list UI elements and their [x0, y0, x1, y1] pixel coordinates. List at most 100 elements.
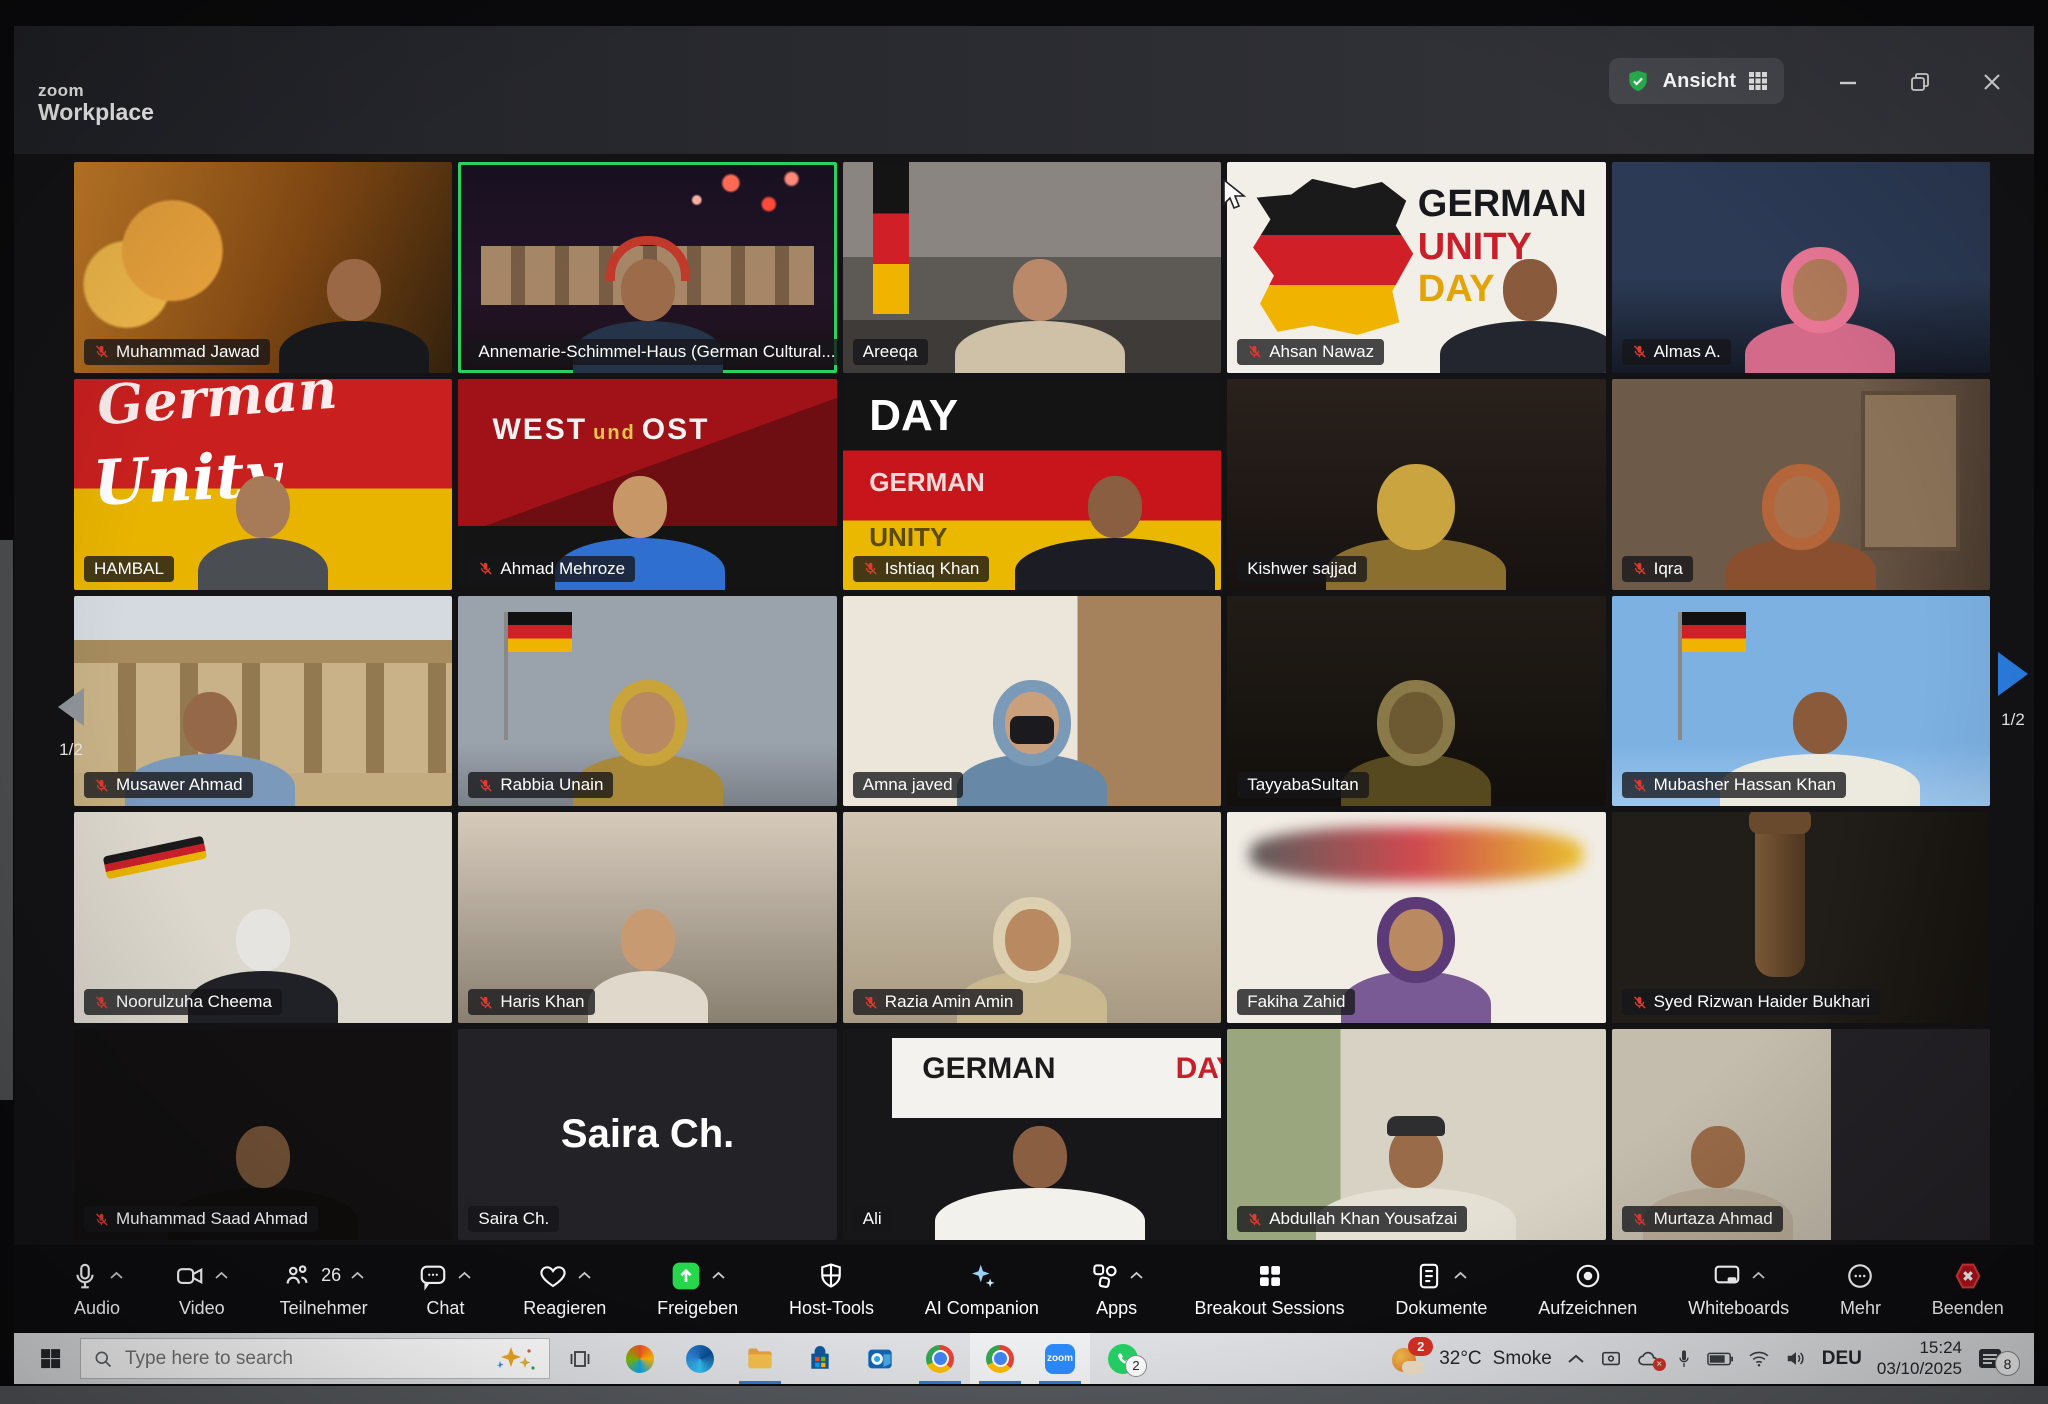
zoom-taskbar-icon[interactable]: zoom: [1030, 1333, 1090, 1384]
participant-tile[interactable]: Haris Khan: [458, 812, 836, 1023]
participant-tile[interactable]: Razia Amin Amin: [843, 812, 1221, 1023]
participant-tile-active-speaker[interactable]: Annemarie-Schimmel-Haus (German Cultural…: [458, 162, 836, 373]
chevron-up-icon[interactable]: [711, 1271, 726, 1280]
weather-icon[interactable]: 2: [1390, 1344, 1424, 1374]
participant-tile[interactable]: Syed Rizwan Haider Bukhari: [1612, 812, 1990, 1023]
chrome-taskbar-icon-2[interactable]: [970, 1333, 1030, 1384]
person-silhouette: [1341, 895, 1491, 1023]
toolbar-chat[interactable]: Chat: [418, 1259, 472, 1319]
toolbar-record[interactable]: Aufzeichnen: [1538, 1259, 1637, 1319]
chevron-up-icon[interactable]: [1129, 1271, 1144, 1280]
language-indicator[interactable]: DEU: [1822, 1348, 1862, 1370]
participant-name-label: Areeqa: [853, 339, 928, 365]
chevron-up-icon[interactable]: [1453, 1271, 1468, 1280]
participant-tile[interactable]: WESTundOST Ahmad Mehroze: [458, 379, 836, 590]
start-button[interactable]: [20, 1333, 80, 1384]
share-screen-icon: [670, 1260, 702, 1292]
toolbar-video[interactable]: Video: [175, 1259, 229, 1319]
view-button[interactable]: Ansicht: [1609, 58, 1784, 104]
toolbar-participants[interactable]: 26 Teilnehmer: [280, 1259, 368, 1319]
toolbar-ai-companion[interactable]: AI Companion: [925, 1259, 1039, 1319]
toolbar-audio[interactable]: Audio: [70, 1259, 124, 1319]
person-silhouette: [1726, 462, 1876, 590]
participant-tile[interactable]: Murtaza Ahmad: [1612, 1029, 1990, 1240]
participant-tile[interactable]: Iqra: [1612, 379, 1990, 590]
file-explorer-icon: [746, 1345, 774, 1373]
participant-name-label: Annemarie-Schimmel-Haus (German Cultural…: [468, 339, 836, 365]
zoom-meeting-toolbar: Audio Video 26 Teilnehmer Chat Reagieren: [14, 1245, 2034, 1332]
tray-expand-chevron-icon[interactable]: [1567, 1353, 1585, 1365]
tray-date: 03/10/2025: [1877, 1359, 1962, 1379]
participant-tile[interactable]: Noorulzuha Cheema: [74, 812, 452, 1023]
participant-tile[interactable]: Muhammad Jawad: [74, 162, 452, 373]
participant-tile[interactable]: Amna javed: [843, 596, 1221, 807]
edge-taskbar-icon[interactable]: [670, 1333, 730, 1384]
toolbar-breakout-sessions[interactable]: Breakout Sessions: [1194, 1259, 1344, 1319]
participant-tile[interactable]: Almas A.: [1612, 162, 1990, 373]
search-input[interactable]: [123, 1347, 483, 1371]
participant-tile[interactable]: GERMAN UNITY DAY Ahsan Nawaz: [1227, 162, 1605, 373]
chat-bubble-icon: [418, 1261, 448, 1291]
participant-tile[interactable]: Areeqa: [843, 162, 1221, 373]
file-explorer-taskbar-icon[interactable]: [730, 1333, 790, 1384]
participant-tile[interactable]: GERMANDAY Ali: [843, 1029, 1221, 1240]
person-silhouette: [1745, 245, 1895, 373]
wifi-icon[interactable]: [1748, 1350, 1770, 1367]
battery-icon[interactable]: [1707, 1352, 1733, 1366]
microsoft-store-taskbar-icon[interactable]: [790, 1333, 850, 1384]
chevron-up-icon[interactable]: [214, 1271, 229, 1280]
participant-tile[interactable]: Rabbia Unain: [458, 596, 836, 807]
chevron-up-icon[interactable]: [457, 1271, 472, 1280]
next-page-arrow[interactable]: 1/2: [1998, 652, 2028, 730]
chevron-up-icon[interactable]: [1751, 1271, 1766, 1280]
chrome-icon: [986, 1345, 1014, 1373]
copilot-taskbar-icon[interactable]: [610, 1333, 670, 1384]
participant-tile[interactable]: TayyabaSultan: [1227, 596, 1605, 807]
participant-name-label: Syed Rizwan Haider Bukhari: [1622, 989, 1880, 1015]
notification-center[interactable]: 8: [1977, 1341, 2020, 1376]
chrome-taskbar-icon[interactable]: [910, 1333, 970, 1384]
zoom-workplace-logo: zoom Workplace: [38, 82, 154, 124]
toolbar-apps[interactable]: Apps: [1090, 1259, 1144, 1319]
participant-tile[interactable]: Muhammad Saad Ahmad: [74, 1029, 452, 1240]
toolbar-share-screen[interactable]: Freigeben: [657, 1259, 738, 1319]
onedrive-icon[interactable]: ×: [1637, 1350, 1661, 1368]
volume-icon[interactable]: [1785, 1349, 1807, 1368]
toolbar-host-tools[interactable]: Host-Tools: [789, 1259, 874, 1319]
muted-mic-icon: [863, 561, 878, 576]
participant-tile[interactable]: Musawer Ahmad: [74, 596, 452, 807]
chevron-up-icon[interactable]: [109, 1271, 124, 1280]
toolbar-leave-meeting[interactable]: Beenden: [1932, 1259, 2004, 1319]
toolbar-reactions[interactable]: Reagieren: [523, 1259, 606, 1319]
cast-display-icon[interactable]: [1600, 1349, 1622, 1369]
participant-tile[interactable]: DAY GERMAN UNITY Ishtiaq Khan: [843, 379, 1221, 590]
taskbar-search[interactable]: [80, 1338, 550, 1379]
participant-tile[interactable]: Kishwer sajjad: [1227, 379, 1605, 590]
microphone-tray-icon[interactable]: [1676, 1348, 1692, 1370]
weather-condition[interactable]: Smoke: [1493, 1348, 1552, 1370]
minimize-button[interactable]: [1836, 70, 1860, 94]
participant-tile[interactable]: Mubasher Hassan Khan: [1612, 596, 1990, 807]
task-view-button[interactable]: [550, 1333, 610, 1384]
weather-temperature[interactable]: 32°C: [1439, 1348, 1481, 1370]
participant-tile[interactable]: German Unity HAMBAL: [74, 379, 452, 590]
toolbar-more[interactable]: Mehr: [1840, 1259, 1881, 1319]
chevron-up-icon[interactable]: [350, 1271, 365, 1280]
clock[interactable]: 15:24 03/10/2025: [1877, 1338, 1962, 1378]
participant-tile[interactable]: Fakiha Zahid: [1227, 812, 1605, 1023]
previous-page-arrow[interactable]: 1/2: [58, 688, 84, 760]
windows-taskbar: zoom 2 2 32°C Smoke × DEU 15:24 03/10/20…: [14, 1333, 2034, 1384]
close-button[interactable]: [1980, 70, 2004, 94]
left-chevron-icon: [58, 688, 84, 726]
toolbar-whiteboards[interactable]: Whiteboards: [1688, 1259, 1789, 1319]
participant-name-label: Muhammad Saad Ahmad: [84, 1206, 318, 1232]
restore-button[interactable]: [1908, 70, 1932, 94]
toolbar-documents[interactable]: Dokumente: [1395, 1259, 1487, 1319]
participant-tile[interactable]: Abdullah Khan Yousafzai: [1227, 1029, 1605, 1240]
outlook-taskbar-icon[interactable]: [850, 1333, 910, 1384]
person-silhouette: [588, 895, 708, 1023]
whatsapp-taskbar-icon[interactable]: 2: [1090, 1333, 1156, 1384]
chevron-up-icon[interactable]: [577, 1271, 592, 1280]
muted-mic-icon: [1247, 344, 1262, 359]
participant-tile-no-video[interactable]: Saira Ch. Saira Ch.: [458, 1029, 836, 1240]
